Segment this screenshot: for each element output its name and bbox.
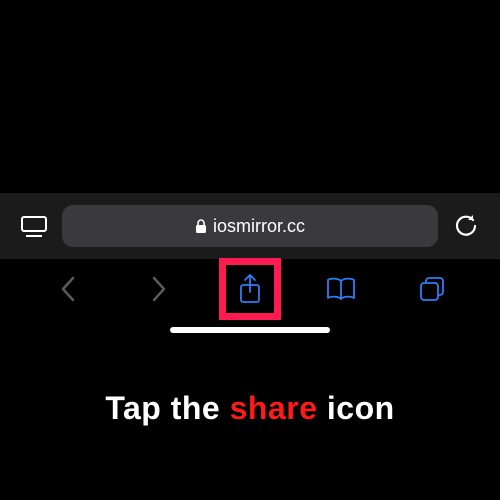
refresh-button[interactable] (450, 210, 482, 242)
instruction-caption: Tap the share icon (0, 390, 500, 427)
caption-suffix: icon (318, 390, 395, 426)
page-settings-icon (21, 216, 47, 237)
caption-highlight: share (230, 390, 318, 426)
chevron-left-icon (60, 276, 76, 302)
book-icon (326, 277, 356, 301)
tabs-button[interactable] (412, 269, 452, 309)
bookmarks-button[interactable] (321, 269, 361, 309)
share-icon (238, 274, 262, 304)
chevron-right-icon (151, 276, 167, 302)
page-settings-button[interactable] (18, 214, 50, 238)
share-button[interactable] (230, 269, 270, 309)
home-indicator (170, 327, 330, 333)
url-text: iosmirror.cc (213, 216, 305, 237)
caption-prefix: Tap the (105, 390, 229, 426)
browser-address-bar: iosmirror.cc (0, 193, 500, 259)
refresh-icon (454, 214, 478, 238)
browser-toolbar (0, 258, 500, 320)
forward-button[interactable] (139, 269, 179, 309)
back-button[interactable] (48, 269, 88, 309)
tabs-icon (419, 276, 445, 302)
lock-icon (195, 219, 207, 233)
url-field[interactable]: iosmirror.cc (62, 205, 438, 247)
